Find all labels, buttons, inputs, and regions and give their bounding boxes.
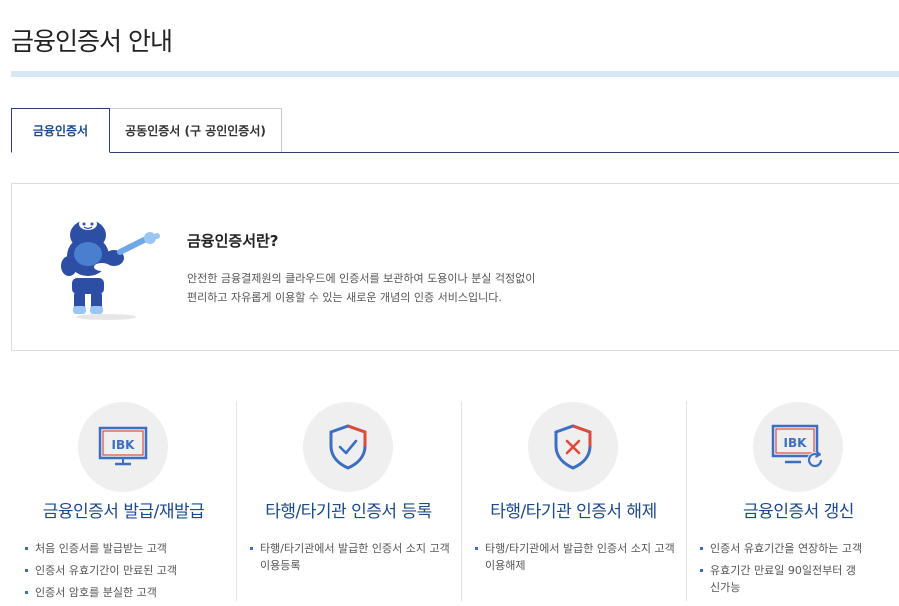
ibk-logo-text: IBK <box>112 438 136 452</box>
title-underline <box>11 71 899 77</box>
mascot-character-icon <box>61 218 160 320</box>
service-title[interactable]: 타행/타기관 인증서 해제 <box>461 497 686 522</box>
service-release[interactable]: 타행/타기관 인증서 해제 타행/타기관에서 발급한 인증서 소지 고객 이용해… <box>461 401 686 601</box>
intro-box: 금융인증서란? 안전한 금융결제원의 클라우드에 인증서를 보관하여 도용이나 … <box>11 183 899 351</box>
service-bullets: 타행/타기관에서 발급한 인증서 소지 고객 이용해제 <box>475 540 680 579</box>
ibk-monitor-icon: IBK <box>98 426 148 466</box>
service-title[interactable]: 금융인증서 갱신 <box>686 497 899 522</box>
service-icon-circle: IBK <box>78 402 168 492</box>
intro-line: 안전한 금융결제원의 클라우드에 인증서를 보관하여 도용이나 분실 걱정없이 <box>187 272 536 285</box>
intro-line: 편리하고 자유롭게 이용할 수 있는 새로운 개념의 인증 서비스입니다. <box>187 291 502 304</box>
list-item: 처음 인증서를 발급받는 고객 <box>25 540 177 557</box>
intro-heading: 금융인증서란? <box>187 232 279 250</box>
tab-divider <box>11 152 899 153</box>
service-issue[interactable]: IBK 금융인증서 발급/재발급 처음 인증서를 발급받는 고객 인증서 유효기… <box>11 401 236 601</box>
service-title[interactable]: 금융인증서 발급/재발급 <box>11 497 236 522</box>
service-icon-circle: IBK <box>753 402 843 492</box>
page: 금융인증서 안내 금융인증서 공동인증서 (구 공인인증서) 금융인증서란? 안… <box>0 0 899 601</box>
shield-check-icon <box>329 424 367 470</box>
service-register[interactable]: 타행/타기관 인증서 등록 타행/타기관에서 발급한 인증서 소지 고객 이용등… <box>236 401 461 601</box>
intro-description: 안전한 금융결제원의 클라우드에 인증서를 보관하여 도용이나 분실 걱정없이 … <box>187 269 535 307</box>
tab-financial-certificate[interactable]: 금융인증서 <box>11 108 110 153</box>
list-item: 인증서 유효기간을 연장하는 고객 <box>700 540 899 557</box>
list-item: 타행/타기관에서 발급한 인증서 소지 고객 이용해제 <box>475 540 680 574</box>
service-bullets: 처음 인증서를 발급받는 고객 인증서 유효기간이 만료된 고객 인증서 암호를… <box>25 540 177 606</box>
list-item: 유효기간 만료일 90일전부터 갱신가능 <box>700 562 860 596</box>
service-bullets: 타행/타기관에서 발급한 인증서 소지 고객 이용등록 <box>250 540 455 579</box>
ibk-monitor-refresh-icon: IBK <box>771 424 823 468</box>
service-icon-circle <box>528 402 618 492</box>
service-icon-circle <box>303 402 393 492</box>
list-item: 타행/타기관에서 발급한 인증서 소지 고객 이용등록 <box>250 540 455 574</box>
shield-x-icon <box>554 424 592 470</box>
service-renew[interactable]: IBK 금융인증서 갱신 인증서 유효기간을 연장하는 고객 유효기간 만료일 … <box>686 401 899 601</box>
service-bullets: 인증서 유효기간을 연장하는 고객 유효기간 만료일 90일전부터 갱신가능 <box>700 540 899 601</box>
list-item: 인증서 유효기간이 만료된 고객 <box>25 562 177 579</box>
list-item: 인증서 암호를 분실한 고객 <box>25 584 177 601</box>
service-list: IBK 금융인증서 발급/재발급 처음 인증서를 발급받는 고객 인증서 유효기… <box>11 401 899 601</box>
service-title[interactable]: 타행/타기관 인증서 등록 <box>236 497 461 522</box>
ibk-logo-text: IBK <box>784 436 808 450</box>
tab-joint-certificate[interactable]: 공동인증서 (구 공인인증서) <box>110 108 282 152</box>
tab-bar: 금융인증서 공동인증서 (구 공인인증서) <box>11 108 899 153</box>
page-title: 금융인증서 안내 <box>11 27 173 56</box>
